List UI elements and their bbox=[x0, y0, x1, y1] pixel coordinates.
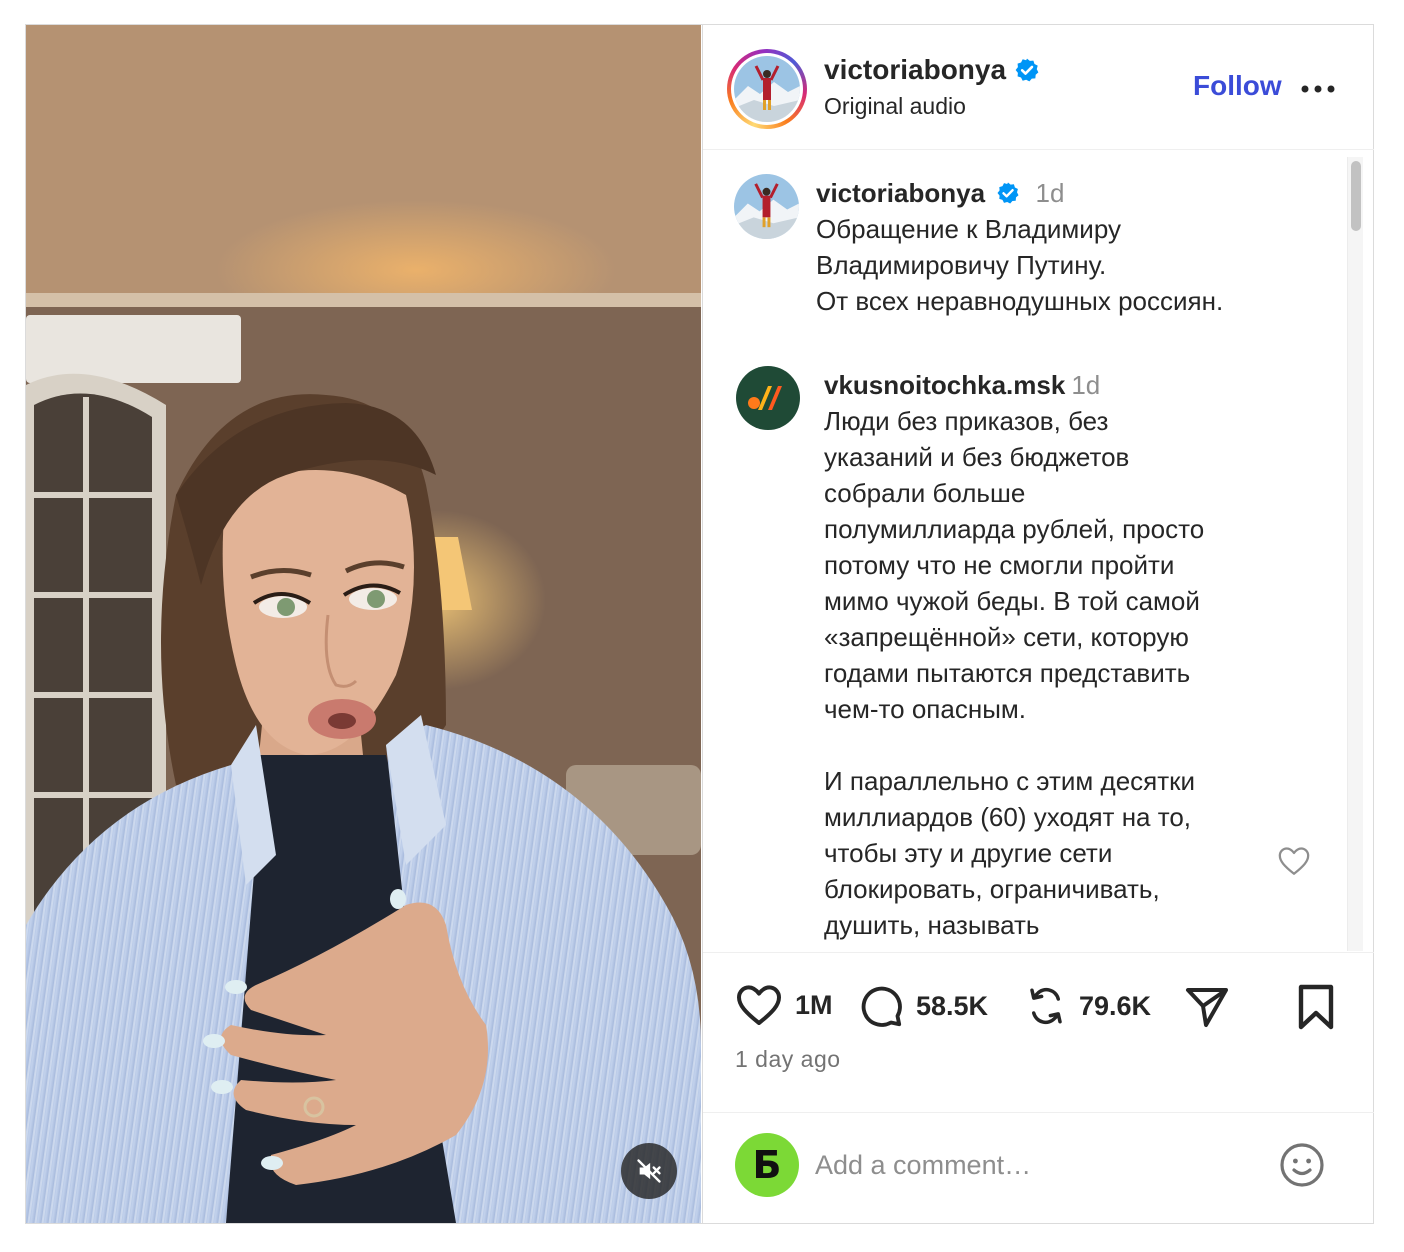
username-row: victoriabonya bbox=[824, 54, 1040, 86]
comment-line: «запрещённой» сети, которую bbox=[824, 622, 1189, 652]
caption-username[interactable]: victoriabonya bbox=[816, 178, 985, 208]
share-send-icon[interactable] bbox=[1183, 983, 1231, 1031]
video-player[interactable] bbox=[26, 25, 701, 1223]
avatar-image bbox=[734, 56, 800, 122]
scrollbar-thumb[interactable] bbox=[1351, 161, 1361, 231]
speaker-muted-icon bbox=[637, 1159, 661, 1183]
audio-link[interactable]: Original audio bbox=[824, 93, 966, 120]
comment-line: душить, называть bbox=[824, 910, 1040, 940]
comment-line: чтобы эту и другие сети bbox=[824, 838, 1113, 868]
add-comment-input[interactable] bbox=[815, 1143, 1245, 1187]
more-horizontal-icon[interactable] bbox=[1300, 74, 1336, 104]
post-container: victoriabonya Original audio Follow vict… bbox=[25, 24, 1374, 1224]
verified-badge-icon bbox=[1015, 58, 1039, 82]
story-ring[interactable] bbox=[727, 49, 807, 129]
caption-line: Владимировичу Путину. bbox=[816, 250, 1107, 280]
comments-list[interactable]: victoriabonya 1d Обращение к Владимиру В… bbox=[703, 151, 1374, 951]
brand-logo-icon bbox=[748, 386, 782, 410]
bookmark-icon[interactable] bbox=[1295, 983, 1337, 1031]
verified-badge-icon bbox=[997, 182, 1019, 204]
caption-avatar[interactable] bbox=[734, 174, 799, 239]
username-link[interactable]: victoriabonya bbox=[824, 54, 1006, 86]
like-count: 1M bbox=[795, 989, 833, 1020]
comment-username[interactable]: vkusnoitochka.msk bbox=[824, 370, 1065, 400]
post-header: victoriabonya Original audio Follow bbox=[703, 25, 1374, 150]
comment-line: годами пытаются представить bbox=[824, 658, 1191, 688]
comment-line: Люди без приказов, без bbox=[824, 406, 1109, 436]
comment-bubble-icon bbox=[861, 986, 902, 1027]
action-bar: 1M 58.5K 79.6K 1 day ago bbox=[703, 952, 1374, 1112]
repost-button[interactable]: 79.6K bbox=[1025, 983, 1151, 1029]
avatar-image bbox=[734, 174, 799, 239]
comment-count: 58.5K bbox=[916, 990, 989, 1021]
comment-line: полумиллиарда рублей, просто bbox=[824, 514, 1205, 544]
comment-line: И параллельно с этим десятки bbox=[824, 766, 1196, 796]
comment-line: указаний и без бюджетов bbox=[824, 442, 1130, 472]
repost-icon bbox=[1030, 987, 1062, 1025]
paragraph-break bbox=[824, 727, 1274, 763]
caption-line: Обращение к Владимиру bbox=[816, 214, 1121, 244]
comment-button[interactable]: 58.5K bbox=[858, 983, 988, 1029]
comment-line: мимо чужой беды. В той самой bbox=[824, 586, 1200, 616]
comment-line: блокировать, ограничивать, bbox=[824, 874, 1160, 904]
caption-timestamp[interactable]: 1d bbox=[1036, 178, 1065, 208]
heart-outline-icon[interactable] bbox=[1277, 845, 1311, 877]
comment-timestamp[interactable]: 1d bbox=[1071, 370, 1100, 400]
current-user-avatar[interactable]: Б bbox=[735, 1133, 799, 1197]
post-caption: victoriabonya 1d Обращение к Владимиру В… bbox=[816, 175, 1336, 319]
repost-count: 79.6K bbox=[1079, 990, 1152, 1021]
comment: vkusnoitochka.msk 1d Люди без приказов, б… bbox=[824, 367, 1274, 943]
comment-line: чем-то опасным. bbox=[824, 694, 1026, 724]
comment-line: собрали больше bbox=[824, 478, 1026, 508]
comment-line: потому что не смогли пройти bbox=[824, 550, 1175, 580]
avatar bbox=[734, 56, 800, 122]
scrollbar[interactable] bbox=[1347, 157, 1363, 951]
add-comment-bar: Б bbox=[703, 1112, 1374, 1223]
video-frame-image bbox=[26, 25, 701, 1223]
smiley-icon[interactable] bbox=[1278, 1141, 1326, 1189]
follow-button[interactable]: Follow bbox=[1193, 70, 1282, 102]
comment-line: миллиардов (60) уходят на то, bbox=[824, 802, 1192, 832]
like-button[interactable]: 1M bbox=[735, 983, 833, 1027]
mute-button[interactable] bbox=[621, 1143, 677, 1199]
post-details-panel: victoriabonya Original audio Follow vict… bbox=[702, 25, 1374, 1223]
comment-avatar[interactable] bbox=[736, 366, 800, 430]
caption-line: От всех неравнодушных россиян. bbox=[816, 286, 1224, 316]
heart-outline-icon bbox=[737, 985, 781, 1025]
post-timestamp[interactable]: 1 day ago bbox=[735, 1046, 841, 1073]
